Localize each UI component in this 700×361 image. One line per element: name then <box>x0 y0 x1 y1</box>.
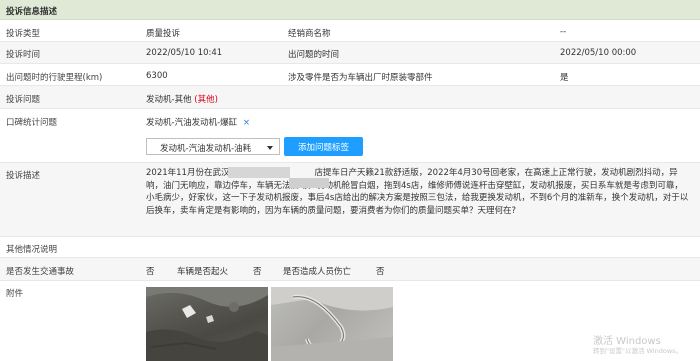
issue-time-label: 出问题的时间 <box>288 50 340 60</box>
other-info-label: 其他情况说明 <box>6 245 58 255</box>
problem-tag-select[interactable]: 发动机-汽油发动机-油耗 <box>146 138 280 155</box>
engine-photo-illustration <box>146 287 268 361</box>
injury-value: 否 <box>376 267 385 277</box>
redaction-block <box>289 178 329 188</box>
section-header: 投诉信息描述 <box>0 0 700 20</box>
issue-time-value: 2022/05/10 00:00 <box>560 48 637 58</box>
mileage-label: 出问题时的行驶里程(km) <box>6 73 103 83</box>
koubei-tag-text: 发动机-汽油发动机-爆缸 <box>146 118 238 128</box>
attachment-label: 附件 <box>6 289 24 299</box>
mileage-value: 6300 <box>146 71 168 81</box>
info-row-mileage: 出问题时的行驶里程(km) 6300 涉及零件是否为车辆出厂时原装零部件 是 <box>0 64 700 86</box>
complaint-problem-value: 发动机-其他 (其他) <box>146 93 218 105</box>
info-row-type: 投诉类型 质量投诉 经销商名称 -- <box>0 21 700 42</box>
attachment-photo-rod[interactable] <box>271 287 393 361</box>
accident-value: 否 <box>146 267 155 277</box>
select-value: 发动机-汽油发动机-油耗 <box>160 144 252 154</box>
info-row-problem: 投诉问题 发动机-其他 (其他) <box>0 86 700 109</box>
original-parts-label: 涉及零件是否为车辆出厂时原装零部件 <box>288 73 433 83</box>
injury-label: 是否造成人员伤亡 <box>283 267 352 277</box>
add-problem-tag-button[interactable]: 添加问题标签 <box>284 137 363 156</box>
info-row-time: 投诉时间 2022/05/10 10:41 出问题的时间 2022/05/10 … <box>0 42 700 64</box>
rod-photo-illustration <box>271 287 393 361</box>
fire-value: 否 <box>253 267 262 277</box>
redaction-block <box>228 167 290 178</box>
complaint-problem-label: 投诉问题 <box>6 95 41 105</box>
complaint-time-value: 2022/05/10 10:41 <box>146 48 223 58</box>
dealer-name-label: 经销商名称 <box>288 29 331 39</box>
add-problem-tag-label: 添加问题标签 <box>298 143 350 153</box>
attachment-photo-engine[interactable] <box>146 287 268 361</box>
koubei-label: 口碑统计问题 <box>6 118 58 128</box>
fire-label: 车辆是否起火 <box>177 267 229 277</box>
activation-watermark-subtitle: 转到"设置"以激活 Windows。 <box>593 347 683 355</box>
koubei-tag: 发动机-汽油发动机-爆缸 × <box>146 116 250 128</box>
accident-label: 是否发生交通事故 <box>6 267 75 277</box>
info-row-accident: 是否发生交通事故 否 车辆是否起火 否 是否造成人员伤亡 否 <box>0 258 700 281</box>
problem-category-tag: (其他) <box>194 95 218 105</box>
dealer-name-value: -- <box>560 27 567 37</box>
original-parts-value: 是 <box>560 73 569 83</box>
info-row-other: 其他情况说明 <box>0 237 700 258</box>
problem-text: 发动机-其他 <box>146 95 192 105</box>
chevron-down-icon <box>267 146 273 150</box>
complaint-type-value: 质量投诉 <box>146 29 181 39</box>
section-title: 投诉信息描述 <box>6 7 58 17</box>
description-label: 投诉描述 <box>6 171 41 181</box>
complaint-type-label: 投诉类型 <box>6 29 41 39</box>
complaint-time-label: 投诉时间 <box>6 50 41 60</box>
remove-tag-icon[interactable]: × <box>243 118 250 128</box>
